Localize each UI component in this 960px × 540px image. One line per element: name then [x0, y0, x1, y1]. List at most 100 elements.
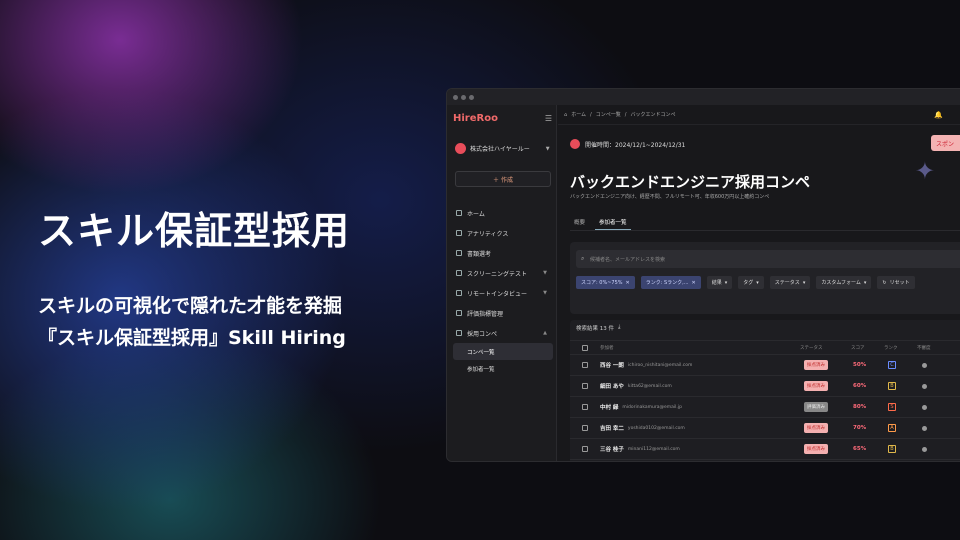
sponsor-button[interactable]: スポン — [931, 135, 960, 151]
sparkle-icon: ✦ — [914, 157, 935, 185]
participant-name[interactable]: 中村 緑 — [600, 403, 618, 411]
score-value: 70% — [853, 425, 867, 431]
window-dot-icon[interactable] — [453, 94, 458, 100]
company-switcher[interactable]: 株式会社ハイヤールー ▼ — [455, 143, 550, 154]
camera-icon — [456, 290, 462, 296]
row-checkbox[interactable] — [582, 425, 588, 431]
table-row[interactable]: 小松 恵里eri_komatsu@email.com採点済み65%B — [570, 459, 960, 461]
window-titlebar — [447, 89, 960, 105]
participant-name[interactable]: 三谷 桂子 — [600, 445, 624, 453]
select-all-checkbox[interactable] — [582, 344, 588, 351]
sidebar-item-document-screening[interactable]: 書類選考 — [453, 243, 553, 263]
sidebar-item-home[interactable]: ホーム — [453, 203, 553, 223]
score-value: 50% — [853, 362, 867, 368]
company-name: 株式会社ハイヤールー — [470, 146, 530, 153]
table-header: 参加者 ステータス スコア ランク 不審度 — [570, 340, 960, 354]
suspicion-dot-icon — [922, 383, 927, 389]
sidebar-item-analytics[interactable]: アナリティクス — [453, 223, 553, 243]
monitor-icon — [456, 270, 462, 276]
suspicion-dot-icon — [922, 446, 927, 452]
column-header[interactable]: スコア — [851, 341, 865, 354]
tab-overview[interactable]: 概要 — [570, 215, 589, 230]
trophy-icon — [456, 330, 462, 336]
participant-email: ichiroo_nishitani@email.com — [627, 362, 693, 368]
suspicion-dot-icon — [922, 425, 927, 431]
chevron-down-icon: ▾ — [802, 279, 806, 286]
create-button[interactable]: ＋ 作成 — [455, 171, 551, 187]
chip-label: ステータス — [774, 280, 800, 286]
search-placeholder: 候補者名、メールアドレスを検索 — [590, 256, 666, 263]
sidebar-subitem-compe-list[interactable]: コンペ一覧 — [453, 343, 553, 360]
filter-panel: ⌕ 候補者名、メールアドレスを検索 スコア: 0%~75% ✕ ランク: Sランク… — [570, 242, 960, 314]
participant-name[interactable]: 細田 あや — [600, 382, 624, 390]
filter-chips: スコア: 0%~75% ✕ ランク: Sランク,... ✕ 結果 ▾ タグ ▾ ステータ… — [576, 276, 915, 289]
list-icon — [456, 310, 462, 316]
sidebar-item-screening-test[interactable]: スクリーニングテスト ▼ — [453, 263, 553, 283]
filter-chip-score[interactable]: スコア: 0%~75% ✕ — [576, 276, 635, 289]
table-row[interactable]: 吉田 幸二 yoshida0102@email.com 採点済み 70% A — [570, 417, 960, 438]
home-icon[interactable]: ⌂ — [564, 112, 567, 118]
reset-button[interactable]: ↻ リセット — [877, 276, 915, 289]
close-icon[interactable]: ✕ — [692, 280, 696, 286]
period-text: 開催時間：2024/12/1~2024/12/31 — [585, 141, 686, 149]
sidebar-item-label: 評価指標管理 — [467, 310, 504, 318]
breadcrumb-item: バックエンドコンペ — [630, 112, 676, 118]
participant-email: kitta62@email.com — [627, 383, 672, 389]
sidebar-item-label: リモートインタビュー — [467, 290, 528, 298]
row-checkbox[interactable] — [582, 362, 588, 368]
participant-name[interactable]: 西谷 一朗 — [600, 361, 624, 369]
download-icon[interactable]: ⤓ — [618, 324, 620, 332]
filter-result-dropdown[interactable]: 結果 ▾ — [706, 276, 733, 289]
filter-tag-dropdown[interactable]: タグ ▾ — [738, 276, 764, 289]
participant-email: yoshida0102@email.com — [627, 425, 685, 431]
row-checkbox[interactable] — [582, 446, 588, 452]
sidebar-collapse-icon[interactable]: ☰ — [545, 114, 552, 123]
filter-chip-rank[interactable]: ランク: Sランク,... ✕ — [640, 276, 701, 289]
participant-name[interactable]: 吉田 幸二 — [600, 424, 624, 432]
divider — [570, 230, 960, 231]
search-input[interactable]: ⌕ 候補者名、メールアドレスを検索 — [576, 250, 960, 268]
page-description: バックエンドエンジニア向け、経歴不問、フルリモート可、年収600万円以上確約コン… — [570, 194, 770, 200]
bell-icon[interactable]: 🔔 — [934, 111, 943, 119]
sidebar-nav: ホーム アナリティクス 書類選考 スクリーニングテスト ▼ リモートインタビュー ▼… — [453, 203, 553, 377]
column-header[interactable]: 不審度 — [917, 341, 931, 354]
status-badge: 採点済み — [804, 360, 828, 370]
hero-subtitle-1: スキルの可視化で隠れた才能を発掘 — [38, 295, 343, 317]
table-row[interactable]: 中村 緑 midorinakamura@email.jp 評価済み 80% S — [570, 396, 960, 417]
status-badge: 採点済み — [804, 444, 828, 454]
score-value: 65% — [853, 446, 867, 452]
sidebar-item-remote-interview[interactable]: リモートインタビュー ▼ — [453, 283, 553, 303]
breadcrumb-item[interactable]: ホーム — [571, 111, 586, 118]
sidebar-subitem-participants[interactable]: 参加者一覧 — [453, 360, 553, 377]
result-count: 検索結果 13 件 ⤓ — [576, 324, 620, 332]
sidebar-item-hiring-compe[interactable]: 採用コンペ ▲ — [453, 323, 553, 343]
rank-badge: B — [888, 382, 896, 390]
table-row[interactable]: 西谷 一朗 ichiroo_nishitani@email.com 採点済み 50% C — [570, 354, 960, 375]
window-dot-icon[interactable] — [461, 94, 466, 100]
sidebar-item-evaluation-metrics[interactable]: 評価指標管理 — [453, 303, 553, 323]
close-icon[interactable]: ✕ — [626, 280, 630, 286]
breadcrumb-item[interactable]: コンペ一覧 — [596, 111, 621, 118]
company-avatar — [455, 143, 466, 154]
tab-participants[interactable]: 参加者一覧 — [595, 215, 631, 230]
table-row[interactable]: 三谷 桂子 minani112@email.com 採点済み 65% B — [570, 438, 960, 459]
table-row[interactable]: 細田 あや kitta62@email.com 採点済み 60% B — [570, 375, 960, 396]
row-checkbox[interactable] — [582, 404, 588, 410]
chevron-down-icon: ▾ — [863, 279, 867, 286]
window-dot-icon[interactable] — [469, 94, 474, 100]
row-checkbox[interactable] — [582, 383, 588, 389]
results-panel: 検索結果 13 件 ⤓ 参加者 ステータス スコア ランク 不審度 西谷 一朗 i… — [570, 320, 960, 461]
column-header[interactable]: ランク — [884, 341, 898, 354]
filter-custom-form-dropdown[interactable]: カスタムフォーム ▾ — [816, 276, 872, 289]
app-logo[interactable]: HireRoo — [453, 113, 498, 124]
company-avatar — [570, 139, 580, 149]
column-header[interactable]: ステータス — [800, 341, 823, 354]
document-icon — [456, 250, 462, 256]
chevron-down-icon: ▼ — [543, 270, 547, 276]
chip-label: 結果 — [711, 280, 722, 286]
filter-status-dropdown[interactable]: ステータス ▾ — [769, 276, 811, 289]
sidebar: HireRoo ☰ 株式会社ハイヤールー ▼ ＋ 作成 ホーム アナリティクス … — [447, 105, 557, 461]
column-header[interactable]: 参加者 — [600, 341, 614, 354]
score-value: 60% — [853, 383, 867, 389]
status-badge: 採点済み — [804, 381, 828, 391]
